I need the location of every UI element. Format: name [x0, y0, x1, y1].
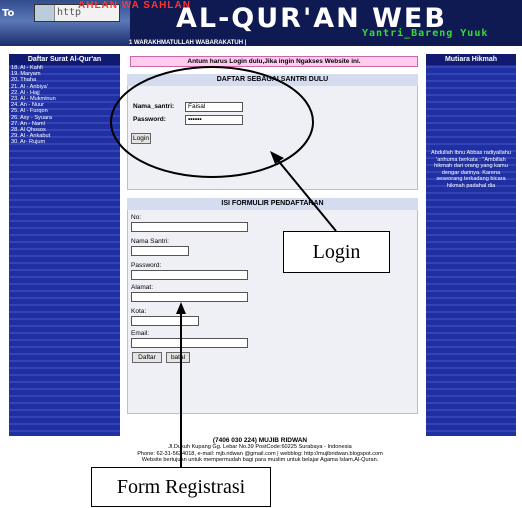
surah-list: 18. Al - Kahfi 19. Maryam 20. Thaha 21. Al …: [11, 65, 119, 145]
kota-input[interactable]: [131, 316, 199, 326]
email-input[interactable]: [131, 338, 248, 348]
registration-panel-title: ISI FORMULIR PENDAFTARAN: [127, 198, 418, 210]
greeting-marquee: 1 WARAKHMATULLAH WABARAKATUH |: [129, 40, 247, 46]
right-sidebar: Mutiara Hikmah Abdullah Ibnu Abbas radiy…: [426, 54, 516, 436]
email-label: Email:: [131, 330, 150, 337]
kota-label: Kota:: [131, 308, 147, 315]
no-label: No:: [131, 214, 142, 221]
batal-button[interactable]: batal: [166, 352, 190, 363]
site-footer: (7406 030 224) MUJIB RIDWAN Jl.Dukuh Kup…: [60, 437, 460, 464]
login-notice: Antum harus Login dulu,Jika ingin Ngakse…: [130, 56, 418, 67]
site-header: To http AHLAN WA SAHLAN AL-QUR'AN WEB Ya…: [0, 0, 522, 46]
hikmah-quote: Abdullah Ibnu Abbas radiyallahu 'anhuma …: [431, 150, 511, 189]
reg-password-input[interactable]: [131, 270, 248, 280]
nama-input[interactable]: [131, 246, 189, 256]
daftar-button[interactable]: Daftar: [132, 352, 162, 363]
left-sidebar: Daftar Surat Al-Qur'an 18. Al - Kahfi 19.…: [9, 54, 120, 436]
name-label: Nama_santri:: [133, 103, 175, 110]
login-panel-title: DAFTAR SEBAGAI SANTRI DULU: [127, 74, 418, 86]
site-subtitle: Yantri_Bareng Yuuk: [362, 28, 489, 39]
left-sidebar-title: Daftar Surat Al-Qur'an: [9, 54, 120, 65]
password-input[interactable]: ••••••: [185, 115, 243, 125]
alamat-label: Alamat:: [131, 284, 154, 291]
nama-label: Nama Santri:: [131, 238, 169, 245]
footer-tagline: Website bertujuan untuk mempermudah bagi…: [141, 457, 379, 463]
name-input[interactable]: Faisal: [185, 102, 243, 112]
login-button[interactable]: Login: [131, 133, 151, 144]
registration-callout: Form Registrasi: [91, 467, 271, 507]
right-sidebar-title: Mutiara Hikmah: [426, 54, 516, 65]
url-graphic-block: [35, 5, 55, 21]
welcome-scroll-text: AHLAN WA SAHLAN: [78, 0, 191, 11]
surah-item[interactable]: 30. Ar- Rujum: [11, 139, 119, 145]
password-label: Password:: [133, 116, 166, 123]
no-input[interactable]: [131, 222, 248, 232]
login-panel: [127, 74, 418, 190]
reg-password-label: Password:: [131, 262, 162, 269]
footer-title: (7406 030 224) MUJIB RIDWAN: [212, 437, 308, 444]
alamat-input[interactable]: [131, 292, 248, 302]
page: To http AHLAN WA SAHLAN AL-QUR'AN WEB Ya…: [0, 0, 522, 508]
logo-small: To: [2, 8, 15, 19]
login-callout: Login: [283, 231, 390, 273]
